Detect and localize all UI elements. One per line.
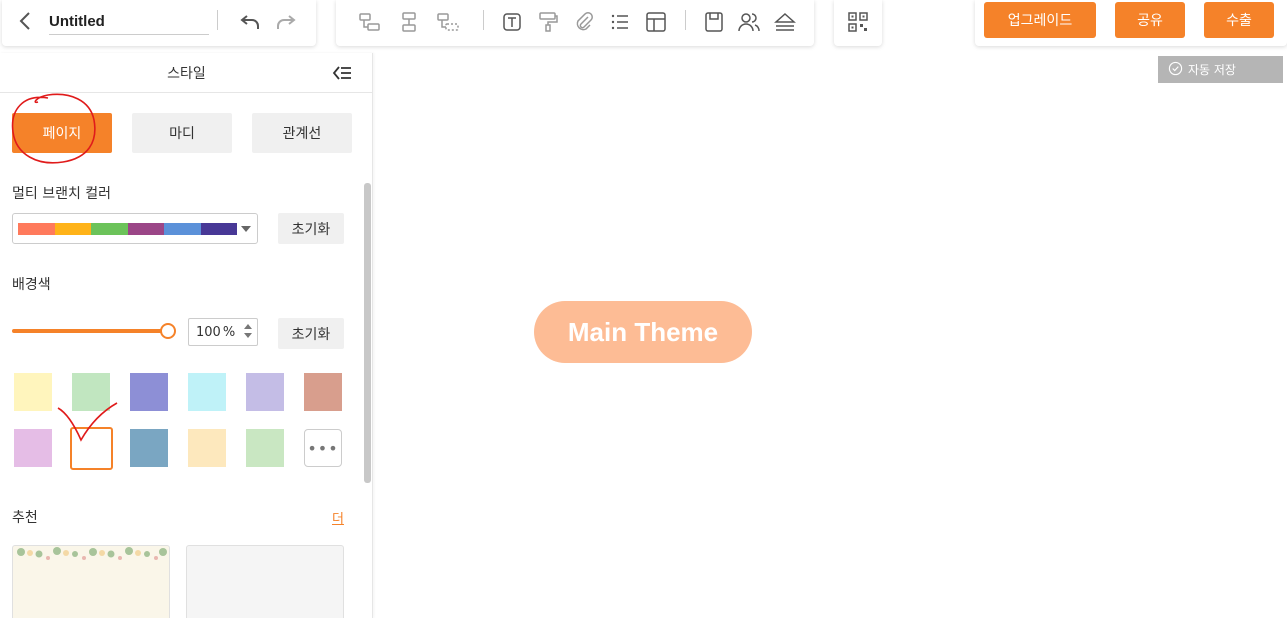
background-swatch[interactable] <box>246 373 284 411</box>
background-swatch[interactable] <box>130 373 168 411</box>
recommend-label: 추천 <box>12 510 38 526</box>
tab-page[interactable]: 페이지 <box>12 113 112 153</box>
opacity-value: 100 <box>196 324 221 340</box>
color-segment <box>164 223 201 235</box>
opacity-input[interactable]: 100 % <box>188 318 258 346</box>
main-toolbar <box>336 0 814 46</box>
chevron-down-icon <box>241 226 251 232</box>
action-bar: 업그레이드 공유 수출 <box>975 0 1287 46</box>
list-icon[interactable] <box>608 10 632 34</box>
autosave-label: 자동 저장 <box>1188 63 1236 77</box>
background-swatch[interactable] <box>304 373 342 411</box>
tab-relationship[interactable]: 관계선 <box>252 113 352 153</box>
back-icon[interactable] <box>16 10 36 32</box>
check-circle-icon <box>1168 61 1183 79</box>
divider <box>483 10 484 30</box>
background-swatch[interactable] <box>188 429 226 467</box>
save-icon[interactable] <box>702 10 726 34</box>
share-button[interactable]: 공유 <box>1115 2 1185 38</box>
stepper-down-icon[interactable] <box>244 333 252 338</box>
export-button[interactable]: 수출 <box>1204 2 1274 38</box>
layout-icon[interactable] <box>644 10 668 34</box>
present-icon[interactable] <box>773 10 797 34</box>
background-color-label: 배경색 <box>12 277 51 293</box>
redo-icon[interactable] <box>274 10 298 34</box>
document-title-input[interactable] <box>49 9 209 35</box>
background-swatch[interactable] <box>14 373 52 411</box>
title-bar <box>2 0 316 46</box>
background-swatch[interactable] <box>130 429 168 467</box>
add-floating-topic-icon[interactable] <box>436 10 460 34</box>
background-swatch[interactable] <box>72 373 110 411</box>
more-colors-button[interactable]: ••• <box>304 429 342 467</box>
background-swatch-selected[interactable] <box>70 427 113 470</box>
color-segment <box>91 223 128 235</box>
undo-icon[interactable] <box>238 10 262 34</box>
template-thumbnail-floral[interactable] <box>12 545 170 618</box>
collaborate-icon[interactable] <box>737 10 761 34</box>
main-topic-node[interactable]: Main Theme <box>534 301 752 363</box>
color-segment <box>127 223 164 235</box>
add-subtopic-icon[interactable] <box>358 10 382 34</box>
recommend-more-link[interactable]: 더 <box>332 508 344 527</box>
autosave-status: 자동 저장 <box>1158 56 1283 83</box>
stepper-up-icon[interactable] <box>244 324 252 329</box>
add-sibling-icon[interactable] <box>397 10 421 34</box>
divider <box>217 10 218 30</box>
format-painter-icon[interactable] <box>536 10 560 34</box>
background-swatch[interactable] <box>14 429 52 467</box>
color-segment <box>54 223 91 235</box>
background-swatch[interactable] <box>188 373 226 411</box>
opacity-unit: % <box>222 324 236 340</box>
tab-node[interactable]: 마디 <box>132 113 232 153</box>
color-segment <box>200 223 237 235</box>
divider <box>685 10 686 30</box>
style-panel: 스타일 페이지 마디 관계선 멀티 브랜치 컬러 초기화 배경색 100 % 초… <box>0 53 373 618</box>
attachment-icon[interactable] <box>572 10 596 34</box>
mindmap-canvas[interactable]: 업그레이드 공유 수출 자동 저장 스타일 페이지 마디 관계선 멀티 브랜치 … <box>0 0 1287 618</box>
qr-bar <box>834 0 882 46</box>
color-strip <box>18 223 237 235</box>
collapse-panel-icon[interactable] <box>332 64 352 82</box>
panel-header: 스타일 <box>0 53 372 93</box>
background-swatch[interactable] <box>246 429 284 467</box>
opacity-slider-thumb[interactable] <box>160 323 176 339</box>
text-box-icon[interactable] <box>500 10 524 34</box>
floral-border-decoration <box>17 547 167 560</box>
color-segment <box>18 223 55 235</box>
template-thumbnail-plain[interactable] <box>186 545 344 618</box>
panel-scrollbar[interactable] <box>364 183 371 483</box>
multi-branch-color-select[interactable] <box>12 213 258 244</box>
upgrade-button[interactable]: 업그레이드 <box>984 2 1096 38</box>
opacity-slider-track[interactable] <box>12 329 168 333</box>
background-reset-button[interactable]: 초기화 <box>278 318 344 349</box>
multi-branch-reset-button[interactable]: 초기화 <box>278 213 344 244</box>
qr-code-icon[interactable] <box>846 10 870 34</box>
panel-title: 스타일 <box>167 65 206 82</box>
multi-branch-color-label: 멀티 브랜치 컬러 <box>12 186 112 202</box>
opacity-stepper[interactable] <box>243 322 253 342</box>
